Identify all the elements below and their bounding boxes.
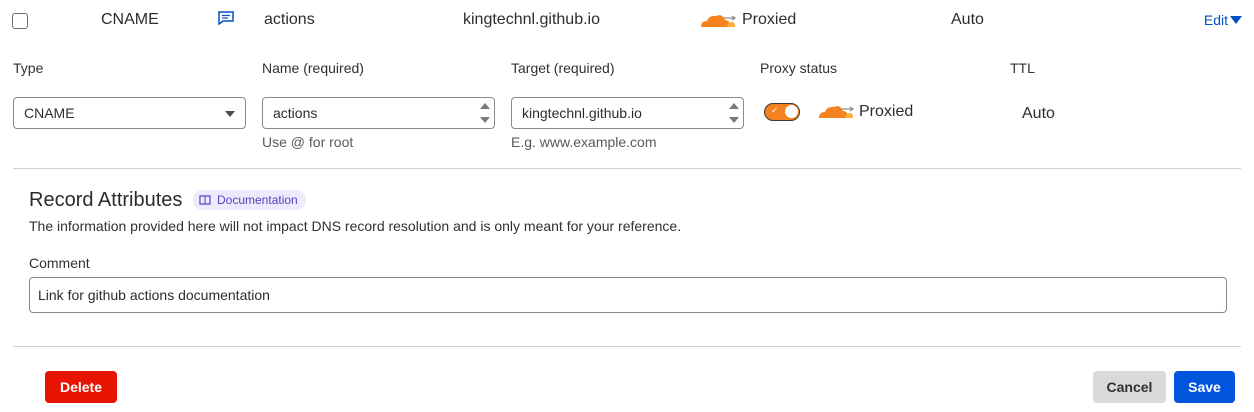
target-label: Target (required) (511, 60, 615, 76)
dropdown-arrow-icon (225, 111, 235, 117)
edit-toggle[interactable]: Edit (1204, 12, 1242, 28)
proxy-status-value: Proxied (859, 103, 914, 120)
delete-button[interactable]: Delete (45, 371, 117, 403)
toggle-knob (785, 105, 798, 118)
record-proxy-status: Proxied (742, 11, 797, 28)
save-button[interactable]: Save (1174, 371, 1235, 403)
cancel-button[interactable]: Cancel (1093, 371, 1166, 403)
target-input-value: kingtechnl.github.io (522, 105, 642, 121)
ttl-value: Auto (1022, 105, 1055, 122)
proxied-cloud-icon (701, 15, 737, 27)
type-select[interactable]: CNAME (13, 97, 246, 129)
name-label: Name (required) (262, 60, 364, 76)
proxy-toggle[interactable]: ✓ (764, 103, 800, 121)
target-input[interactable]: kingtechnl.github.io (511, 97, 744, 129)
record-select-checkbox[interactable] (12, 13, 28, 29)
type-select-value: CNAME (24, 105, 75, 121)
record-name: actions (264, 11, 315, 28)
ttl-label: TTL (1010, 60, 1035, 76)
divider (13, 346, 1241, 347)
divider (13, 168, 1241, 169)
record-content: kingtechnl.github.io (463, 11, 600, 28)
name-hint: Use @ for root (262, 134, 354, 150)
check-icon: ✓ (771, 105, 779, 115)
name-input[interactable]: actions (262, 97, 495, 129)
comment-input-value: Link for github actions documentation (38, 287, 270, 303)
comment-icon[interactable] (218, 11, 234, 25)
record-ttl: Auto (951, 11, 984, 28)
name-spinner[interactable] (480, 101, 490, 127)
documentation-link[interactable]: Documentation (193, 190, 306, 210)
chevron-down-icon (1230, 16, 1242, 24)
type-label: Type (13, 60, 44, 76)
book-icon (199, 195, 211, 205)
target-spinner[interactable] (729, 101, 739, 127)
record-attributes-title: Record Attributes (29, 189, 183, 211)
target-hint: E.g. www.example.com (511, 134, 657, 150)
edit-label[interactable]: Edit (1204, 12, 1228, 28)
attributes-description: The information provided here will not i… (29, 218, 682, 234)
proxy-status-label: Proxy status (760, 60, 838, 76)
documentation-label[interactable]: Documentation (217, 193, 298, 207)
comment-label: Comment (29, 255, 90, 271)
proxied-cloud-icon (819, 106, 855, 118)
name-input-value: actions (273, 105, 318, 121)
record-type: CNAME (101, 11, 159, 28)
comment-input[interactable]: Link for github actions documentation (29, 277, 1227, 313)
